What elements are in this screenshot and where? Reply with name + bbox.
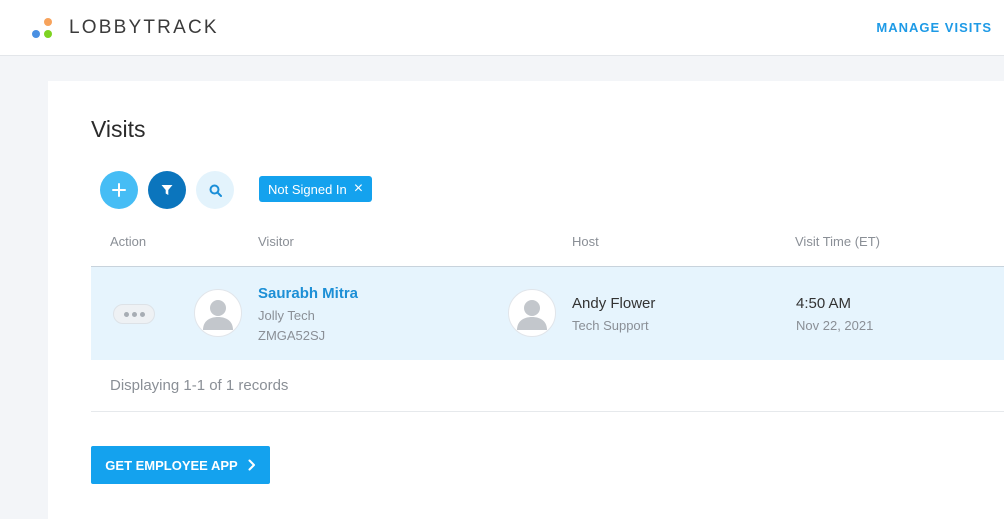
search-icon — [209, 184, 222, 197]
visitor-avatar — [194, 289, 242, 337]
filter-chip-not-signed-in: Not Signed In × — [259, 176, 373, 202]
top-bar: LOBBYTRACK MANAGE VISITS — [0, 0, 1004, 56]
divider — [91, 411, 1004, 412]
column-header-action: Action — [110, 234, 147, 249]
manage-visits-link[interactable]: MANAGE VISITS — [876, 20, 992, 35]
filter-chip-label: Not Signed In — [268, 181, 347, 197]
filter-button[interactable] — [148, 171, 186, 209]
column-header-host: Host — [572, 234, 599, 249]
visit-date: Nov 22, 2021 — [796, 318, 874, 333]
lobbytrack-logo-icon — [32, 18, 52, 38]
close-icon[interactable]: × — [354, 181, 363, 197]
host-name: Andy Flower — [572, 295, 656, 312]
column-header-visitor: Visitor — [258, 234, 294, 249]
table-row[interactable]: Saurabh Mitra Jolly Tech ZMGA52SJ Andy F… — [91, 266, 1004, 360]
column-header-visit-time: Visit Time (ET) — [795, 234, 880, 249]
dot-icon — [123, 311, 129, 317]
get-employee-app-button[interactable]: GET EMPLOYEE APP — [91, 446, 270, 484]
get-employee-app-label: GET EMPLOYEE APP — [105, 457, 238, 473]
records-count: Displaying 1-1 of 1 records — [110, 377, 289, 394]
more-actions-button[interactable] — [113, 304, 155, 324]
host-avatar — [508, 289, 556, 337]
visits-card: Visits Not Signed In × Action Visitor Ho… — [48, 81, 1004, 519]
chevron-right-icon — [248, 459, 255, 471]
person-icon — [203, 300, 233, 330]
visitor-name-link[interactable]: Saurabh Mitra — [258, 285, 358, 302]
plus-icon — [112, 183, 126, 197]
dot-icon — [139, 311, 145, 317]
page-title: Visits — [91, 116, 146, 142]
visit-time: 4:50 AM — [796, 295, 852, 312]
filter-icon — [161, 185, 173, 195]
person-icon — [517, 300, 547, 330]
dot-icon — [131, 311, 137, 317]
visitor-company: Jolly Tech — [258, 308, 315, 323]
add-visit-button[interactable] — [100, 171, 138, 209]
host-department: Tech Support — [572, 318, 649, 333]
visitor-code: ZMGA52SJ — [258, 328, 326, 343]
search-button[interactable] — [196, 171, 234, 209]
brand-name: LOBBYTRACK — [69, 17, 219, 38]
